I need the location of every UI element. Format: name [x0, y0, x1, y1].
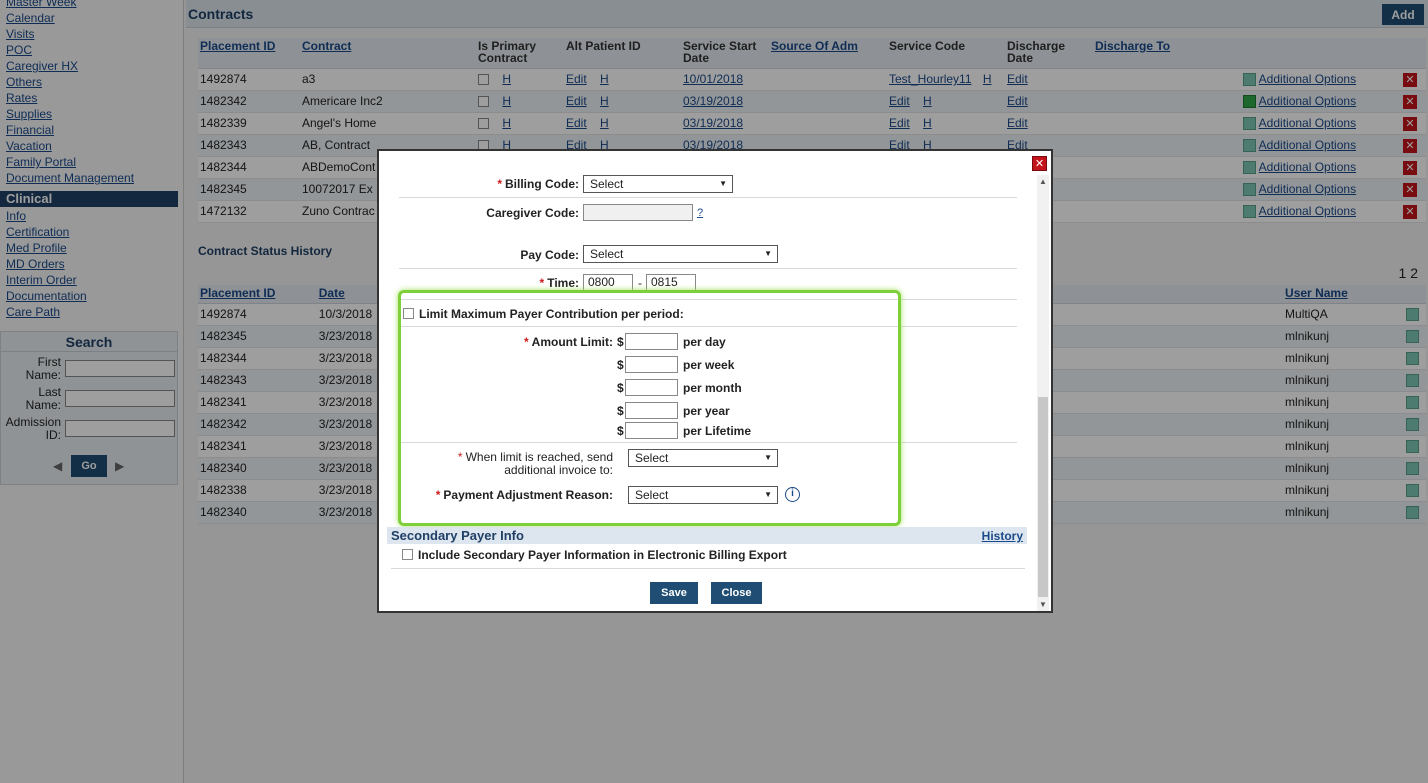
include-secondary-label: Include Secondary Payer Information in E…	[418, 548, 787, 562]
scroll-up-icon[interactable]: ▲	[1039, 177, 1047, 186]
time-from-input[interactable]: 0800	[583, 274, 633, 291]
contract-modal: ✕ * Billing Code: Select ▼ Caregiver Code:…	[377, 149, 1053, 613]
time-to-input[interactable]: 0815	[646, 274, 696, 291]
secondary-payer-title: Secondary Payer Info	[391, 528, 524, 543]
pay-code-label: Pay Code:	[520, 248, 579, 262]
pay-code-select[interactable]: Select ▼	[583, 245, 778, 263]
caregiver-code-input[interactable]	[583, 204, 693, 221]
dropdown-caret-icon: ▼	[719, 179, 727, 188]
secondary-payer-bar: Secondary Payer Info History	[387, 527, 1027, 544]
time-separator: -	[638, 276, 642, 290]
history-link[interactable]: History	[982, 529, 1023, 543]
caregiver-help-link[interactable]: ?	[697, 207, 703, 219]
save-button[interactable]: Save	[650, 582, 698, 604]
highlight-box	[398, 290, 901, 526]
modal-scrollbar[interactable]: ▲ ▼	[1037, 175, 1049, 611]
billing-code-select[interactable]: Select ▼	[583, 175, 733, 193]
dropdown-caret-icon: ▼	[764, 249, 772, 258]
include-secondary-checkbox[interactable]	[402, 549, 413, 560]
close-icon[interactable]: ✕	[1032, 156, 1047, 171]
billing-code-label: Billing Code:	[505, 177, 579, 191]
scroll-down-icon[interactable]: ▼	[1039, 600, 1047, 609]
time-label: Time:	[547, 276, 579, 290]
caregiver-code-label: Caregiver Code:	[486, 206, 579, 220]
scrollbar-thumb[interactable]	[1038, 397, 1048, 597]
close-button[interactable]: Close	[711, 582, 762, 604]
